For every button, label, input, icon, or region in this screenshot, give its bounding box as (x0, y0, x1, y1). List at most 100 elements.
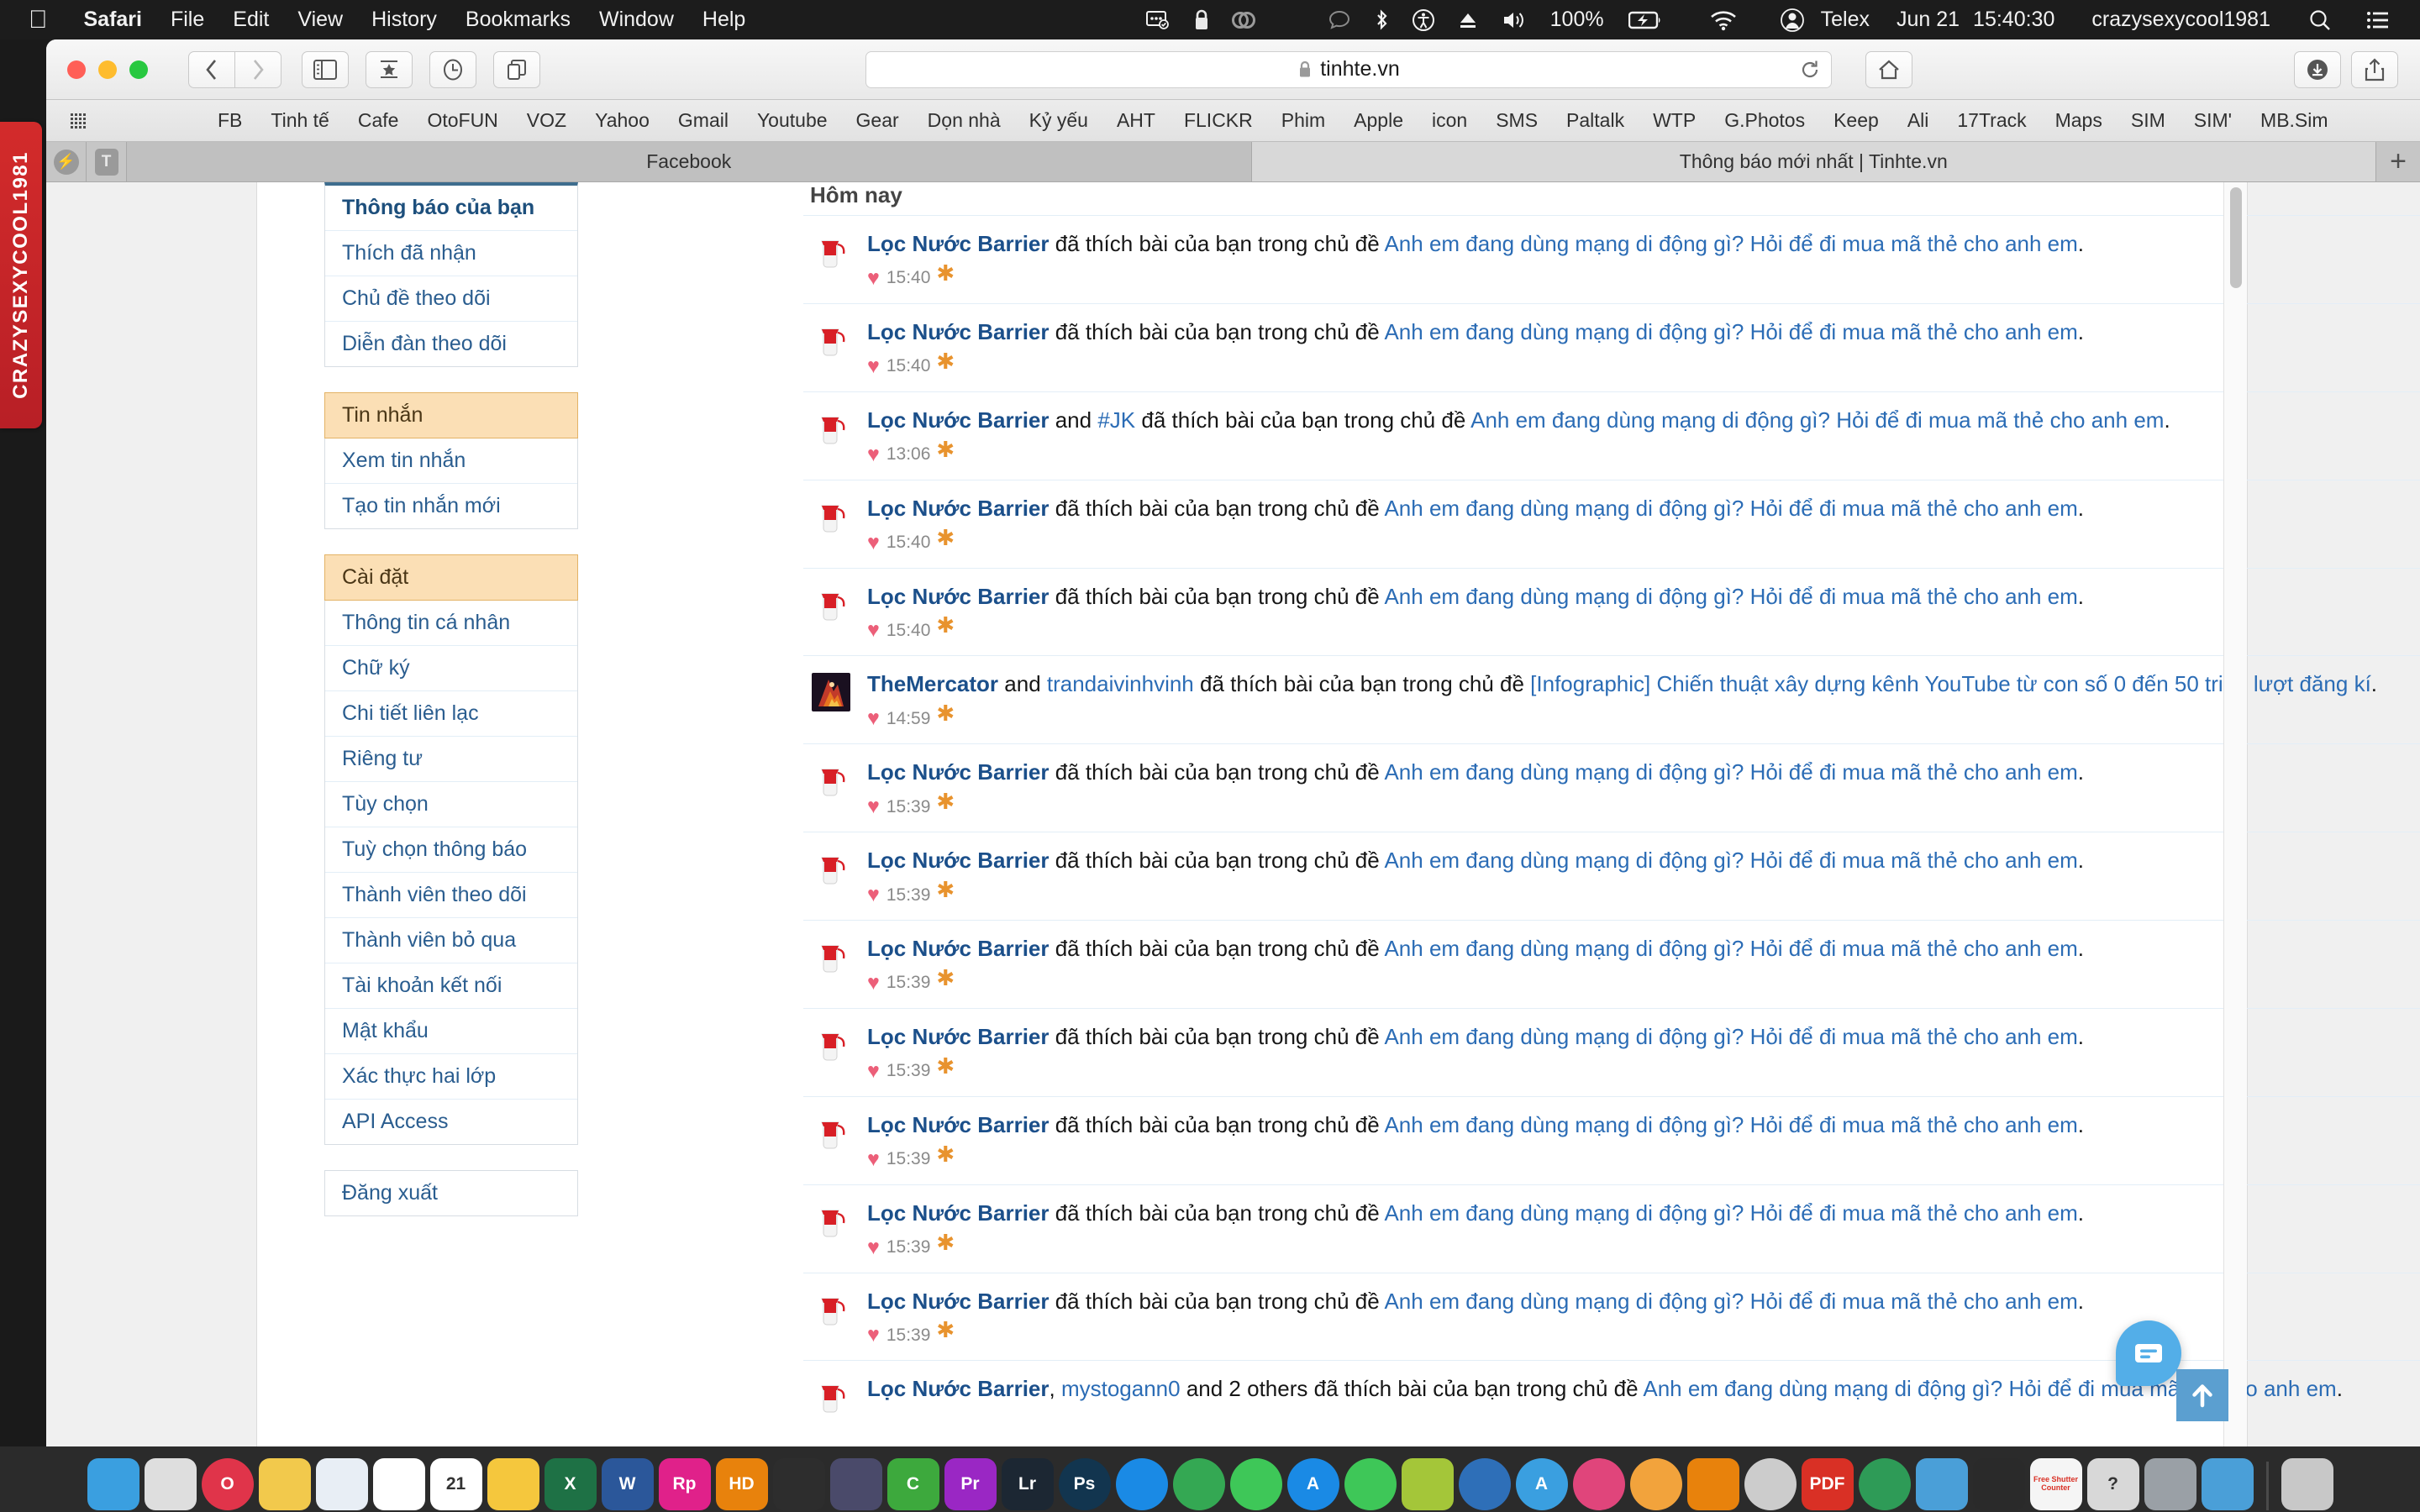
dock-item-safari[interactable] (1115, 1458, 1168, 1510)
volume-icon[interactable] (1490, 9, 1537, 31)
dock-item-free-shutter-counter[interactable]: Free Shutter Counter (2029, 1458, 2082, 1510)
dock-item-ibooks[interactable] (1629, 1458, 1682, 1510)
dock-item-opera[interactable]: O (201, 1458, 254, 1510)
menubar-username[interactable]: crazysexycool1981 (2068, 8, 2284, 32)
notification-row[interactable]: Lọc Nước Barrier đã thích bài của bạn tr… (803, 920, 2420, 1008)
bookmark-gmail[interactable]: Gmail (664, 109, 743, 132)
input-source-label[interactable]: Telex (1816, 8, 1883, 32)
dock-item-photoshop[interactable]: Ps (1058, 1458, 1111, 1510)
dock-item-files[interactable] (1915, 1458, 1968, 1510)
home-button[interactable] (1865, 50, 1912, 88)
dock-item-recovery[interactable] (1858, 1458, 1911, 1510)
bookmark-don-nha[interactable]: Dọn nhà (913, 109, 1015, 132)
notification-user-link[interactable]: Lọc Nước Barrier (867, 584, 1050, 609)
menu-item-safari[interactable]: Safari (70, 8, 156, 32)
sidebar-item-thanh-vien-bo-qua[interactable]: Thành viên bỏ qua (325, 918, 577, 963)
accessibility-icon[interactable] (1401, 8, 1446, 32)
pitcher-avatar[interactable] (812, 761, 850, 801)
dock-item-downloads-stack[interactable] (2201, 1458, 2254, 1510)
dock-item-cyberduck[interactable] (1458, 1458, 1511, 1510)
notification-user-link[interactable]: Lọc Nước Barrier (867, 319, 1050, 344)
mercator-avatar[interactable] (812, 673, 850, 712)
notification-user-link[interactable]: Lọc Nước Barrier (867, 1289, 1050, 1314)
pitcher-avatar[interactable] (812, 585, 850, 624)
sidebar-item-tai-khoan-ket-noi[interactable]: Tài khoản kết nối (325, 963, 577, 1009)
unread-star-icon[interactable]: ✱ (936, 1053, 955, 1079)
dock-item-messages[interactable] (1344, 1458, 1397, 1510)
back-button[interactable] (188, 50, 235, 88)
bluetooth-icon[interactable] (1362, 8, 1401, 32)
sidebar-item-tuy-chon-thong-bao[interactable]: Tuỳ chọn thông báo (325, 827, 577, 873)
notification-thread-link[interactable]: Anh em đang dùng mạng di động gì? Hỏi để… (1384, 1112, 2077, 1137)
sidebar-item-chu-de-theo-doi[interactable]: Chủ đề theo dõi (325, 276, 577, 322)
sidebar-item-xac-thuc-hai-lop[interactable]: Xác thực hai lớp (325, 1054, 577, 1100)
notification-row[interactable]: TheMercator and trandaivinhvinh đã thích… (803, 655, 2420, 743)
sidebar-header-tin-nhan[interactable]: Tin nhắn (324, 392, 578, 438)
bookmark-keep[interactable]: Keep (1819, 109, 1893, 132)
dock-item-android-file-transfer[interactable] (1401, 1458, 1454, 1510)
sidebar-item-thanh-vien-theo-doi[interactable]: Thành viên theo dõi (325, 873, 577, 918)
bookmark-tinhte[interactable]: Tinh tế (256, 109, 343, 132)
notification-user-link[interactable]: mystogann0 (1061, 1376, 1181, 1401)
bookmark-17track[interactable]: 17Track (1943, 109, 2040, 132)
history-clock-button[interactable] (429, 50, 476, 88)
dock-item-calendar[interactable]: 21 (429, 1458, 482, 1510)
bookmark-cafe[interactable]: Cafe (344, 109, 413, 132)
address-bar[interactable]: tinhte.vn (865, 50, 1832, 88)
new-tab-button[interactable]: + (2376, 142, 2420, 181)
pitcher-avatar[interactable] (812, 1378, 850, 1417)
tab-tinhte-notifications[interactable]: Thông báo mới nhất | Tinhte.vn (1251, 142, 2376, 181)
bookmark-youtube[interactable]: Youtube (743, 109, 842, 132)
dock-item-atomic-browser[interactable]: A (1515, 1458, 1568, 1510)
notification-thread-link[interactable]: Anh em đang dùng mạng di động gì? Hỏi để… (1384, 584, 2077, 609)
dock-item-facetime[interactable] (1229, 1458, 1282, 1510)
pitcher-avatar[interactable] (812, 1025, 850, 1064)
bookmark-paltalk[interactable]: Paltalk (1552, 109, 1639, 132)
sidebar-item-thich-da-nhan[interactable]: Thích đã nhận (325, 231, 577, 276)
sidebar-item-tuy-chon[interactable]: Tùy chọn (325, 782, 577, 827)
adobe-cc-icon[interactable] (1221, 9, 1266, 31)
dock-item-lightroom[interactable]: Lr (1001, 1458, 1054, 1510)
notification-row[interactable]: Lọc Nước Barrier đã thích bài của bạn tr… (803, 567, 2420, 656)
battery-charging-icon[interactable] (1618, 10, 1673, 30)
bookmark-icon[interactable]: icon (1418, 109, 1481, 132)
chat-widget-button[interactable] (2116, 1320, 2181, 1386)
sidebar-item-thong-tin-ca-nhan[interactable]: Thông tin cá nhân (325, 601, 577, 646)
pinned-tab-messenger[interactable]: ⚡ (46, 142, 87, 181)
notification-user-link[interactable]: Lọc Nước Barrier (867, 1376, 1050, 1401)
bookmark-gear[interactable]: Gear (842, 109, 913, 132)
unread-star-icon[interactable]: ✱ (936, 1142, 955, 1168)
vietnamese-input-icon[interactable] (1769, 8, 1816, 33)
pitcher-avatar[interactable] (812, 320, 850, 360)
menu-item-bookmarks[interactable]: Bookmarks (451, 8, 585, 32)
menu-item-view[interactable]: View (283, 8, 357, 32)
apps-grid-icon[interactable] (70, 112, 90, 130)
dock-item-notes[interactable] (258, 1458, 311, 1510)
notification-thread-link[interactable]: Anh em đang dùng mạng di động gì? Hỏi để… (1470, 407, 2164, 433)
pitcher-avatar[interactable] (812, 937, 850, 976)
notification-thread-link[interactable]: Anh em đang dùng mạng di động gì? Hỏi để… (1384, 319, 2077, 344)
unread-star-icon[interactable]: ✱ (936, 789, 955, 815)
sidebar-item-chu-ky[interactable]: Chữ ký (325, 646, 577, 691)
dock-item-trash[interactable] (2281, 1458, 2333, 1510)
bookmark-aht[interactable]: AHT (1102, 109, 1170, 132)
bookmark-maps[interactable]: Maps (2041, 109, 2117, 132)
dock-item-photos[interactable] (1744, 1458, 1797, 1510)
sidebar-toggle-button[interactable] (302, 50, 349, 88)
bookmark-flickr[interactable]: FLICKR (1170, 109, 1267, 132)
bookmark-apple[interactable]: Apple (1339, 109, 1418, 132)
notification-thread-link[interactable]: Anh em đang dùng mạng di động gì? Hỏi để… (1384, 1289, 2077, 1314)
dock-item-textedit[interactable] (372, 1458, 425, 1510)
bookmark-phim[interactable]: Phim (1267, 109, 1339, 132)
sidebar-item-api-access[interactable]: API Access (325, 1100, 577, 1144)
notification-user-link[interactable]: Lọc Nước Barrier (867, 407, 1050, 433)
page-scrollbar-thumb[interactable] (2230, 187, 2242, 288)
dock-item-pdf-converter[interactable]: PDF (1801, 1458, 1854, 1510)
bookmark-gphotos[interactable]: G.Photos (1710, 109, 1819, 132)
sidebar-item-rieng-tu[interactable]: Riêng tư (325, 737, 577, 782)
downloads-button[interactable] (2294, 50, 2341, 88)
dock-item-help[interactable]: ? (2086, 1458, 2139, 1510)
page-scrollbar[interactable] (2223, 182, 2247, 1446)
sidebar-item-xem-tin-nhan[interactable]: Xem tin nhắn (325, 438, 577, 484)
scroll-to-top-button[interactable] (2176, 1369, 2228, 1421)
